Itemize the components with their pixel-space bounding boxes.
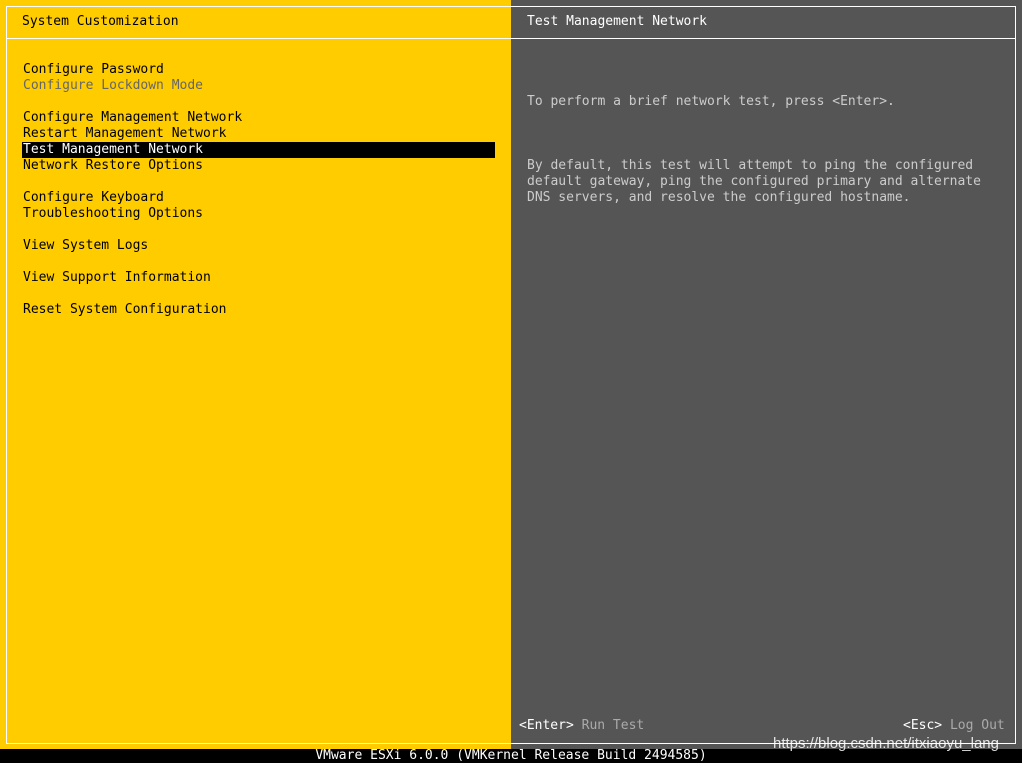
- customization-menu: Configure Password Configure Lockdown Mod…: [22, 62, 495, 318]
- menu-item-troubleshooting-options[interactable]: Troubleshooting Options: [22, 206, 495, 222]
- detail-paragraph: To perform a brief network test, press <…: [527, 94, 895, 109]
- menu-item-view-system-logs[interactable]: View System Logs: [22, 238, 495, 254]
- menu-panel-title: System Customization: [22, 14, 179, 29]
- run-test-action-label: Run Test: [581, 718, 645, 733]
- detail-panel-divider: [511, 38, 1016, 39]
- menu-item-reset-system-configuration[interactable]: Reset System Configuration: [22, 302, 495, 318]
- detail-panel-title: Test Management Network: [527, 14, 708, 29]
- menu-spacer: [22, 254, 495, 270]
- menu-spacer: [22, 174, 495, 190]
- esc-key-label: <Esc>: [903, 718, 943, 733]
- log-out-action-label: Log Out: [949, 718, 1005, 733]
- menu-item-configure-keyboard[interactable]: Configure Keyboard: [22, 190, 495, 206]
- menu-spacer: [22, 286, 495, 302]
- menu-item-view-support-information[interactable]: View Support Information: [22, 270, 495, 286]
- menu-item-restart-management-network[interactable]: Restart Management Network: [22, 126, 495, 142]
- menu-item-configure-management-network[interactable]: Configure Management Network: [22, 110, 495, 126]
- detail-paragraph: By default, this test will attempt to pi…: [527, 158, 981, 205]
- enter-key-label: <Enter>: [519, 718, 574, 733]
- menu-item-configure-lockdown-mode: Configure Lockdown Mode: [23, 78, 204, 93]
- log-out-key-hint[interactable]: <Esc> Log Out: [903, 718, 1005, 734]
- menu-item-test-management-network[interactable]: Test Management Network: [22, 142, 495, 158]
- detail-description: To perform a brief network test, press <…: [527, 62, 1007, 238]
- menu-spacer: [22, 94, 495, 110]
- menu-panel-divider: [6, 38, 511, 39]
- menu-item-configure-password[interactable]: Configure Password: [22, 62, 495, 78]
- watermark-url: https://blog.csdn.net/itxiaoyu_lang: [773, 735, 999, 752]
- run-test-key-hint[interactable]: <Enter> Run Test: [519, 718, 644, 734]
- menu-item-network-restore-options[interactable]: Network Restore Options: [22, 158, 495, 174]
- menu-spacer: [22, 222, 495, 238]
